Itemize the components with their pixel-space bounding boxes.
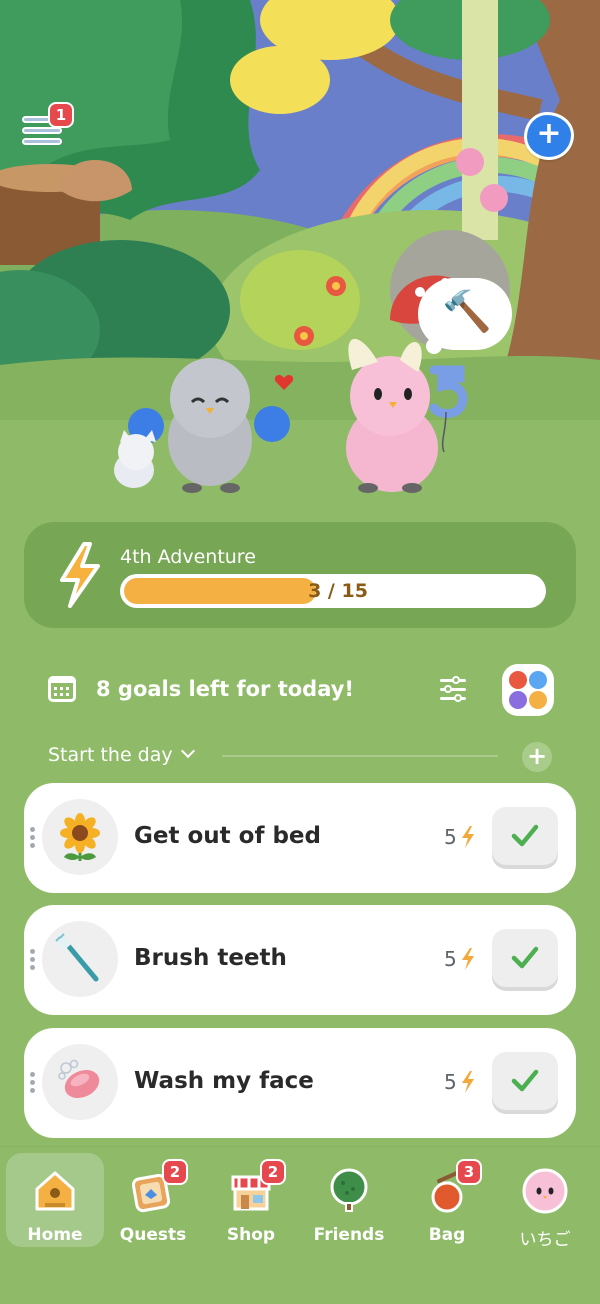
habit-icon-container xyxy=(42,799,118,875)
lightning-bolt-icon xyxy=(462,948,474,970)
tab-label: Quests xyxy=(119,1225,187,1245)
complete-checkbox[interactable] xyxy=(492,807,558,865)
tab-bag[interactable]: 3 Bag xyxy=(398,1153,496,1247)
tab-profile[interactable]: いちご xyxy=(496,1153,594,1250)
scene-illustration xyxy=(0,0,600,520)
tab-label: Bag xyxy=(428,1225,466,1245)
drag-handle-icon[interactable] xyxy=(30,949,36,971)
habit-points: 5 xyxy=(444,825,474,849)
lightning-bolt-icon xyxy=(462,1071,474,1093)
adventure-progress-card[interactable]: 4th Adventure 3 / 15 xyxy=(24,522,576,628)
section-divider xyxy=(222,755,498,757)
tab-shop[interactable]: 2 Shop xyxy=(202,1153,300,1247)
check-icon xyxy=(511,1069,539,1092)
menu-notification-badge: 1 xyxy=(48,102,74,128)
habit-card[interactable]: Get out of bed 5 xyxy=(24,783,576,893)
habit-icon-container xyxy=(42,1044,118,1120)
habit-points-value: 5 xyxy=(444,947,457,971)
lightning-bolt-icon xyxy=(60,542,100,608)
habit-points: 5 xyxy=(444,1070,474,1094)
lightning-bolt-icon xyxy=(462,826,474,848)
avatar-icon xyxy=(522,1168,568,1214)
speech-bubble-hammer[interactable]: 🔨 xyxy=(418,278,512,358)
forest-scene: 1 + 🔨 xyxy=(0,0,600,520)
home-icon xyxy=(35,1171,75,1211)
check-icon xyxy=(511,824,539,847)
complete-checkbox[interactable] xyxy=(492,929,558,987)
complete-checkbox[interactable] xyxy=(492,1052,558,1110)
habit-card[interactable]: Wash my face 5 xyxy=(24,1028,576,1138)
tab-label: いちご xyxy=(519,1230,571,1250)
calendar-icon xyxy=(48,676,76,702)
tab-badge: 3 xyxy=(456,1159,482,1185)
tab-friends[interactable]: Friends xyxy=(300,1153,398,1247)
goals-header: 8 goals left for today! xyxy=(48,664,558,716)
tree-icon xyxy=(330,1168,368,1212)
tab-label: Home xyxy=(27,1225,83,1245)
habit-name: Brush teeth xyxy=(134,945,287,971)
toothbrush-icon xyxy=(55,933,99,982)
habit-name: Wash my face xyxy=(134,1068,314,1094)
tab-home[interactable]: Home xyxy=(6,1153,104,1247)
habit-card[interactable]: Brush teeth 5 xyxy=(24,905,576,1015)
tab-quests[interactable]: 2 Quests xyxy=(104,1153,202,1247)
add-habit-button[interactable]: + xyxy=(522,742,552,772)
habit-name: Get out of bed xyxy=(134,823,321,849)
chevron-down-icon xyxy=(180,743,195,759)
tab-label: Shop xyxy=(226,1225,276,1245)
plus-icon: + xyxy=(536,116,562,151)
habit-points-value: 5 xyxy=(444,825,457,849)
drag-handle-icon[interactable] xyxy=(30,827,36,849)
adventure-title: 4th Adventure xyxy=(120,546,256,568)
menu-button[interactable]: 1 xyxy=(20,102,74,154)
section-title: Start the day xyxy=(48,744,173,766)
check-icon xyxy=(511,946,539,969)
tab-label: Friends xyxy=(313,1225,385,1245)
filter-button[interactable] xyxy=(436,674,472,706)
add-button[interactable]: + xyxy=(524,112,574,160)
section-toggle[interactable]: Start the day xyxy=(48,743,195,766)
habit-points: 5 xyxy=(444,947,474,971)
habit-points-value: 5 xyxy=(444,1070,457,1094)
hammer-icon: 🔨 xyxy=(442,289,492,335)
adventure-progress-text: 3 / 15 xyxy=(308,580,368,602)
bottom-tab-bar: Home 2 Quests 2 Shop Friends 3 Bag いちご xyxy=(0,1146,600,1304)
section-header: Start the day + xyxy=(48,742,554,772)
habit-icon-container xyxy=(42,921,118,997)
drag-handle-icon[interactable] xyxy=(30,1072,36,1094)
goals-left-title: 8 goals left for today! xyxy=(96,677,355,701)
soap-icon xyxy=(58,1059,100,1099)
tab-badge: 2 xyxy=(162,1159,188,1185)
sunflower-icon xyxy=(60,813,100,861)
tab-badge: 2 xyxy=(260,1159,286,1185)
categories-button[interactable] xyxy=(502,664,554,716)
